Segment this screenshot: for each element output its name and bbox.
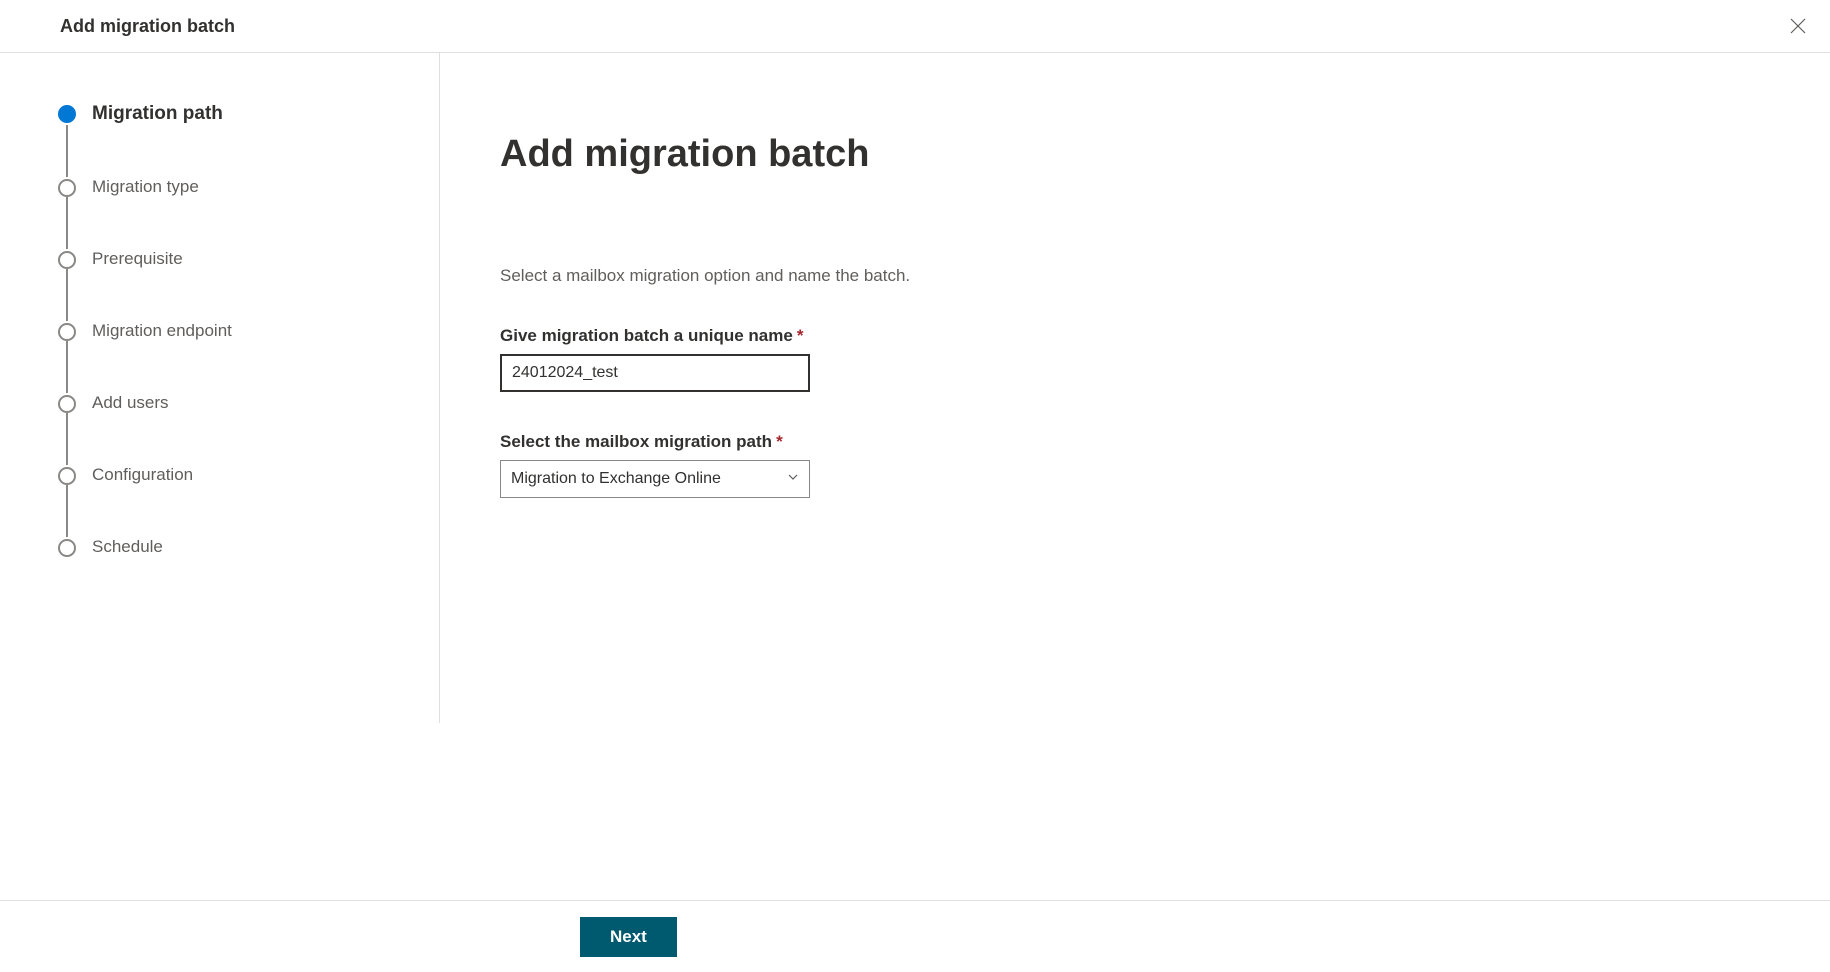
step-migration-path[interactable]: Migration path xyxy=(58,103,439,125)
step-prerequisite[interactable]: Prerequisite xyxy=(58,249,439,269)
step-indicator-icon xyxy=(58,179,76,197)
step-add-users[interactable]: Add users xyxy=(58,393,439,413)
migration-path-select-wrapper: Migration to Exchange Online xyxy=(500,460,810,498)
step-migration-endpoint[interactable]: Migration endpoint xyxy=(58,321,439,341)
step-schedule[interactable]: Schedule xyxy=(58,537,439,557)
select-value: Migration to Exchange Online xyxy=(511,470,721,488)
migration-path-select[interactable]: Migration to Exchange Online xyxy=(500,460,810,498)
form-group-batch-name: Give migration batch a unique name* xyxy=(500,326,1830,392)
step-indicator-icon xyxy=(58,395,76,413)
wizard-sidebar: Migration path Migration type Prerequisi… xyxy=(0,53,440,723)
required-indicator: * xyxy=(797,326,804,345)
batch-name-input[interactable] xyxy=(500,354,810,392)
step-label: Migration endpoint xyxy=(92,321,232,341)
step-connector xyxy=(66,413,68,465)
close-icon xyxy=(1789,17,1807,35)
step-migration-type[interactable]: Migration type xyxy=(58,177,439,197)
dialog-header: Add migration batch xyxy=(0,0,1830,53)
next-button[interactable]: Next xyxy=(580,917,677,957)
step-label: Prerequisite xyxy=(92,249,183,269)
step-indicator-icon xyxy=(58,105,76,123)
page-description: Select a mailbox migration option and na… xyxy=(500,266,1830,286)
migration-path-label: Select the mailbox migration path* xyxy=(500,432,1830,452)
step-connector xyxy=(66,197,68,249)
wizard-steps: Migration path Migration type Prerequisi… xyxy=(58,103,439,557)
dialog-footer: Next xyxy=(0,900,1830,972)
step-label: Migration type xyxy=(92,177,199,197)
step-label: Migration path xyxy=(92,103,223,125)
chevron-down-icon xyxy=(787,470,799,488)
step-label: Add users xyxy=(92,393,169,413)
step-connector xyxy=(66,125,68,177)
step-label: Schedule xyxy=(92,537,163,557)
step-label: Configuration xyxy=(92,465,193,485)
dialog-title: Add migration batch xyxy=(60,16,235,37)
form-group-migration-path: Select the mailbox migration path* Migra… xyxy=(500,432,1830,498)
step-configuration[interactable]: Configuration xyxy=(58,465,439,485)
page-title: Add migration batch xyxy=(500,133,1830,176)
step-indicator-icon xyxy=(58,467,76,485)
dialog-body: Migration path Migration type Prerequisi… xyxy=(0,53,1830,723)
step-indicator-icon xyxy=(58,251,76,269)
step-indicator-icon xyxy=(58,323,76,341)
step-connector xyxy=(66,341,68,393)
main-content: Add migration batch Select a mailbox mig… xyxy=(440,53,1830,723)
step-indicator-icon xyxy=(58,539,76,557)
batch-name-label: Give migration batch a unique name* xyxy=(500,326,1830,346)
step-connector xyxy=(66,269,68,321)
required-indicator: * xyxy=(776,432,783,451)
step-connector xyxy=(66,485,68,537)
close-button[interactable] xyxy=(1786,14,1810,38)
